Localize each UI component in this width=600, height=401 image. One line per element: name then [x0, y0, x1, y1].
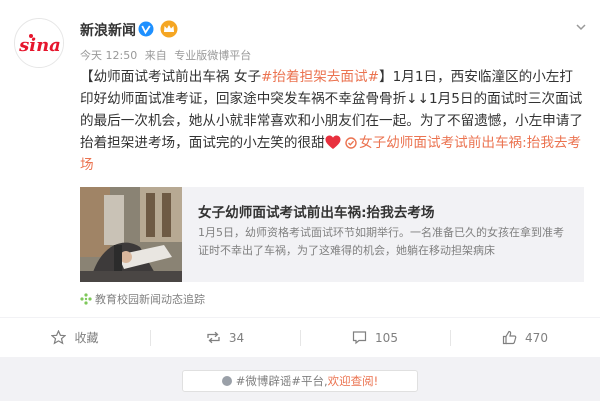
- link-icon: [345, 137, 357, 149]
- sparkle-icon: [80, 293, 92, 305]
- post-text: 【幼师面试考试前出车祸 女子#抬着担架去面试#】1月1日，西安临潼区的小左打印好…: [80, 66, 584, 176]
- favorite-button[interactable]: 收藏: [0, 318, 150, 357]
- source-tag[interactable]: 教育校园新闻动态追踪: [80, 291, 205, 307]
- like-button[interactable]: 470: [450, 318, 600, 357]
- footer-area: #微博辟谣#平台,欢迎查阅!: [0, 357, 600, 401]
- heart-emoji-icon: [325, 135, 341, 149]
- from-label: 来自: [144, 49, 167, 62]
- star-icon: [51, 330, 67, 345]
- article-card[interactable]: 女子幼师面试考试前出车祸:抬我去考场 1月5日，幼师资格考试面试环节如期举行。一…: [80, 187, 584, 282]
- repost-icon: [207, 331, 220, 344]
- bracket-open: 【: [80, 69, 94, 85]
- hashtag-link[interactable]: #抬着担架去面试#: [261, 69, 379, 85]
- rumor-notice[interactable]: #微博辟谣#平台,欢迎查阅!: [182, 370, 418, 392]
- repost-count: 34: [228, 330, 245, 345]
- article-description: 1月5日，幼师资格考试面试环节如期举行。一名准备已久的女孩在拿到准考证时不幸出了…: [198, 226, 564, 257]
- post-platform[interactable]: 专业版微博平台: [174, 49, 251, 62]
- post-meta: 今天 12:50 来自 专业版微博平台: [80, 47, 255, 63]
- notice-link[interactable]: 欢迎查阅!: [328, 374, 379, 388]
- info-icon: [221, 376, 232, 386]
- favorite-label: 收藏: [74, 331, 99, 345]
- comment-icon: [352, 331, 367, 345]
- article-thumbnail: [80, 187, 182, 282]
- notice-hashtag: #微博辟谣#: [235, 374, 301, 388]
- verified-badge-icon: [138, 21, 154, 37]
- source-text: 教育校园新闻动态追踪: [95, 293, 205, 306]
- post-time[interactable]: 今天 12:50: [80, 49, 137, 62]
- repost-button[interactable]: 34: [150, 318, 300, 357]
- thumbs-up-icon: [502, 330, 517, 345]
- notice-platform: 平台,: [301, 374, 328, 388]
- post-title: 幼师面试考试前出车祸 女子: [93, 69, 262, 85]
- chevron-down-icon[interactable]: [575, 21, 587, 33]
- sina-logo: sina: [18, 35, 61, 56]
- comment-count: 105: [375, 330, 398, 345]
- bracket-close: 】: [378, 69, 393, 85]
- avatar[interactable]: sina: [14, 18, 64, 68]
- account-name[interactable]: 新浪新闻: [80, 20, 136, 40]
- vip-crown-icon[interactable]: [160, 20, 178, 38]
- action-bar: 收藏 34 105 470: [0, 317, 600, 357]
- article-title: 女子幼师面试考试前出车祸:抬我去考场: [198, 205, 435, 221]
- like-count: 470: [525, 330, 548, 345]
- comment-button[interactable]: 105: [300, 318, 450, 357]
